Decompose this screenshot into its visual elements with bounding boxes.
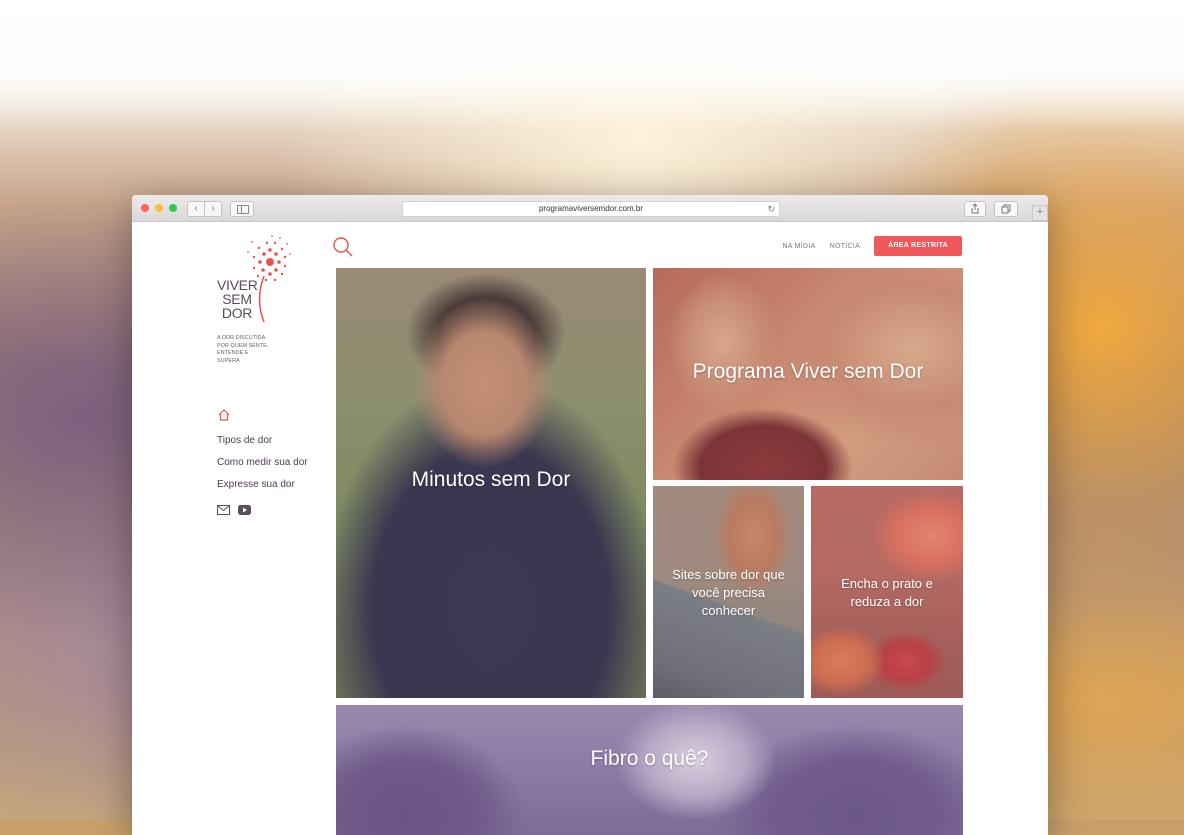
side-menu: Tipos de dor Como medir sua dor Expresse… — [217, 408, 308, 520]
url-text: programaviversemdor.com.br — [538, 204, 644, 213]
site-tagline: A DOR DISCUTIDA POR QUEM SENTE, ENTENDE … — [217, 335, 287, 365]
close-window-button[interactable] — [141, 204, 149, 212]
logo-line: VIVER — [217, 277, 258, 293]
tagline-line: A DOR DISCUTIDA — [217, 335, 266, 341]
tile-sites-sobre-dor[interactable]: Sites sobre dor que você precisa conhece… — [653, 486, 804, 698]
minimize-window-button[interactable] — [155, 204, 163, 212]
tile-programa-viver-sem-dor[interactable]: Programa Viver sem Dor — [653, 268, 963, 480]
logo-wordmark: VIVER SEM DOR — [217, 277, 258, 321]
site-logo[interactable]: VIVER SEM DOR — [212, 232, 292, 327]
maximize-window-button[interactable] — [169, 204, 177, 212]
top-navigation: NA MÍDIA NOTÍCIA ÁREA RESTRITA — [782, 236, 962, 256]
sidebar-icon — [237, 205, 249, 214]
tile-fibro-o-que[interactable]: Fibro o quê? — [336, 705, 963, 835]
web-page: VIVER SEM DOR A DOR DISCUTIDA POR QUEM S… — [132, 222, 1048, 835]
home-icon[interactable] — [217, 408, 231, 422]
area-restrita-button[interactable]: ÁREA RESTRITA — [874, 236, 962, 256]
tile-minutos-sem-dor[interactable]: Minutos sem Dor — [336, 268, 646, 698]
nav-link-noticia[interactable]: NOTÍCIA — [830, 243, 861, 250]
tile-title: Fibro o quê? — [590, 747, 709, 770]
menu-item-expresse[interactable]: Expresse sua dor — [217, 474, 308, 496]
social-links — [217, 502, 308, 520]
tile-title: Encha o prato e reduza a dor — [841, 576, 933, 609]
browser-window: ‹ › programaviversemdor.com.br ↻ + VIVER… — [132, 195, 1048, 835]
new-tab-button[interactable]: + — [1032, 205, 1048, 221]
tile-title: Minutos sem Dor — [411, 468, 571, 491]
tile-title: Sites sobre dor que você precisa conhece… — [672, 567, 785, 618]
browser-toolbar: ‹ › programaviversemdor.com.br ↻ + — [132, 195, 1048, 222]
sky-haze — [0, 0, 1184, 130]
sidebar-toggle-button[interactable] — [230, 201, 254, 217]
nav-link-na-midia[interactable]: NA MÍDIA — [782, 243, 815, 250]
logo-line: SEM — [222, 291, 252, 307]
address-bar[interactable]: programaviversemdor.com.br ↻ — [402, 201, 780, 217]
search-icon[interactable] — [332, 236, 354, 258]
share-button[interactable] — [964, 201, 986, 217]
forward-button[interactable]: › — [204, 201, 222, 217]
email-icon[interactable] — [217, 502, 230, 520]
logo-line: DOR — [221, 305, 253, 321]
share-icon — [971, 203, 979, 214]
menu-item-como-medir[interactable]: Como medir sua dor — [217, 452, 308, 474]
back-button[interactable]: ‹ — [187, 201, 205, 217]
youtube-icon[interactable] — [238, 502, 251, 520]
tagline-line: ENTENDE E — [217, 350, 249, 356]
tile-title: Programa Viver sem Dor — [692, 360, 924, 383]
menu-item-tipos-de-dor[interactable]: Tipos de dor — [217, 430, 308, 452]
reload-icon[interactable]: ↻ — [767, 202, 775, 216]
tagline-line: SUPERA — [217, 357, 240, 364]
tagline-line: POR QUEM SENTE, — [217, 342, 269, 349]
tile-encha-o-prato[interactable]: Encha o prato e reduza a dor — [811, 486, 963, 698]
show-tabs-button[interactable] — [994, 201, 1018, 217]
tabs-icon — [1001, 204, 1011, 214]
